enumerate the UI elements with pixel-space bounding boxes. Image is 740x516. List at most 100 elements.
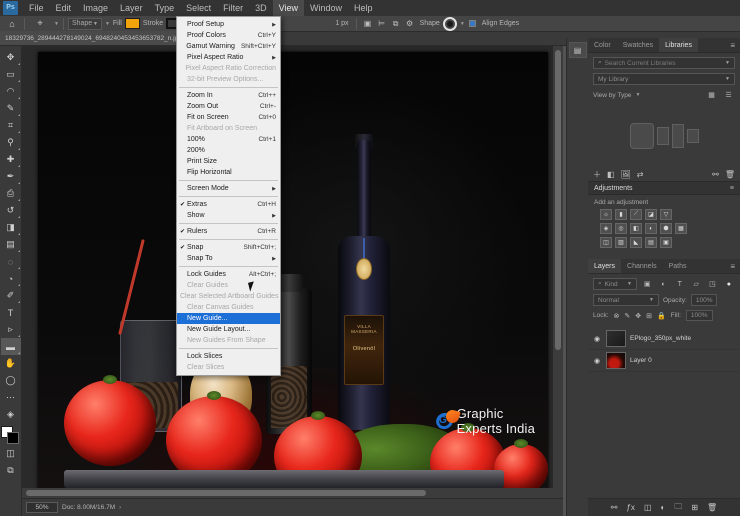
tab-swatches[interactable]: Swatches: [617, 38, 659, 52]
eye-icon[interactable]: ◉: [592, 357, 602, 365]
table-row[interactable]: ◉ Layer 0: [588, 350, 740, 372]
canvas-horizontal-scrollbar[interactable]: [22, 488, 553, 498]
exposure-icon[interactable]: ◪: [645, 209, 657, 220]
layer-name[interactable]: Layer 0: [630, 357, 652, 364]
layer-style-icon[interactable]: ƒx: [626, 503, 634, 512]
menu-item-new-guide-layout[interactable]: New Guide Layout...: [177, 324, 280, 335]
tab-layers[interactable]: Layers: [588, 259, 621, 273]
add-graphic-icon[interactable]: ＋: [593, 169, 601, 180]
brush-tool[interactable]: ✒: [1, 168, 21, 185]
color-swatches[interactable]: [1, 426, 20, 445]
path-operations-icon[interactable]: ▣: [361, 18, 375, 30]
panel-menu-icon[interactable]: ≡: [730, 185, 734, 192]
layer-thumbnail[interactable]: [606, 330, 626, 347]
type-filter-icon[interactable]: T: [674, 278, 686, 290]
path-selection-tool[interactable]: ▹: [1, 321, 21, 338]
grid-view-icon[interactable]: ▦: [705, 89, 718, 101]
pen-tool[interactable]: ✐: [1, 287, 21, 304]
menu-item-show[interactable]: Show▶: [177, 210, 280, 221]
gear-icon[interactable]: ⚙: [403, 18, 417, 30]
add-image-icon[interactable]: 🖼: [621, 170, 631, 179]
lock-position-icon[interactable]: ✥: [635, 312, 641, 320]
menu-help[interactable]: Help: [348, 0, 379, 16]
menu-item-screen-mode[interactable]: Screen Mode▶: [177, 183, 280, 194]
menu-item-lock-slices[interactable]: Lock Slices: [177, 351, 280, 362]
blend-mode-select[interactable]: Normal ▼: [593, 294, 659, 306]
menu-item-pixel-aspect-ratio[interactable]: Pixel Aspect Ratio▶: [177, 52, 280, 63]
fill-color-swatch[interactable]: [125, 18, 140, 29]
menu-item-100[interactable]: 100%Ctrl+1: [177, 134, 280, 145]
new-layer-icon[interactable]: ⊞: [691, 503, 698, 512]
menu-item-flip-horizontal[interactable]: Flip Horizontal: [177, 167, 280, 178]
chevron-down-icon[interactable]: ▼: [649, 297, 654, 303]
chevron-down-icon[interactable]: ▼: [54, 21, 59, 27]
document-tab[interactable]: 18329736_289444278149024_694824045345365…: [0, 31, 198, 45]
background-color-swatch[interactable]: [7, 432, 19, 444]
menu-file[interactable]: File: [23, 0, 50, 16]
dodge-tool[interactable]: ◔: [1, 270, 21, 287]
sync-icon[interactable]: ⇄: [637, 170, 644, 179]
opacity-input[interactable]: 100%: [691, 294, 718, 306]
table-row[interactable]: ◉ EPlogo_350px_white: [588, 328, 740, 350]
gradient-map-icon[interactable]: ▤: [645, 237, 657, 248]
selective-color-icon[interactable]: ▣: [660, 237, 672, 248]
channel-mixer-icon[interactable]: ⬢: [660, 223, 672, 234]
layer-thumbnail[interactable]: [606, 352, 626, 369]
blur-tool[interactable]: ◌: [1, 253, 21, 270]
invert-icon[interactable]: ◫: [600, 237, 612, 248]
menu-layer[interactable]: Layer: [114, 0, 149, 16]
zoom-tool[interactable]: ◯: [1, 372, 21, 389]
menu-item-snap-to[interactable]: Snap To▶: [177, 253, 280, 264]
menu-item-lock-guides[interactable]: Lock GuidesAlt+Ctrl+;: [177, 269, 280, 280]
color-lookup-icon[interactable]: ▦: [675, 223, 687, 234]
posterize-icon[interactable]: ▨: [615, 237, 627, 248]
levels-icon[interactable]: ▮: [615, 209, 627, 220]
menu-type[interactable]: Type: [149, 0, 181, 16]
menu-view[interactable]: View: [273, 0, 304, 16]
history-brush-tool[interactable]: ↺: [1, 202, 21, 219]
path-selection-icon[interactable]: ⌖: [29, 17, 51, 31]
list-view-icon[interactable]: ☰: [722, 89, 735, 101]
menu-item-proof-colors[interactable]: Proof ColorsCtrl+Y: [177, 30, 280, 41]
tab-paths[interactable]: Paths: [663, 259, 693, 273]
library-select[interactable]: My Library ▼: [593, 73, 735, 85]
menu-window[interactable]: Window: [304, 0, 348, 16]
clone-stamp-tool[interactable]: ⎙: [1, 185, 21, 202]
adjustment-filter-icon[interactable]: ◐: [657, 278, 669, 290]
shape-filter-icon[interactable]: ▱: [690, 278, 702, 290]
add-color-icon[interactable]: ◧: [607, 170, 615, 179]
menu-item-snap[interactable]: ✔SnapShift+Ctrl+;: [177, 242, 280, 253]
edit-toolbar-icon[interactable]: ⋯: [1, 389, 21, 406]
align-edges-checkbox[interactable]: Align Edges: [469, 20, 522, 27]
layer-filter-select[interactable]: ⌕ Kind ▼: [593, 278, 637, 290]
panel-menu-icon[interactable]: ≡: [725, 38, 740, 52]
menu-filter[interactable]: Filter: [217, 0, 249, 16]
menu-select[interactable]: Select: [180, 0, 217, 16]
crop-tool[interactable]: ⌗: [1, 117, 21, 134]
menu-3d[interactable]: 3D: [249, 0, 273, 16]
eyedropper-tool[interactable]: ⚲: [1, 134, 21, 151]
quick-selection-tool[interactable]: ✎: [1, 100, 21, 117]
artboard[interactable]: VILLA MASSERIA Olivenöl G Graphic Expert…: [38, 52, 548, 492]
eraser-tool[interactable]: ◨: [1, 219, 21, 236]
home-icon[interactable]: ⌂: [4, 17, 20, 31]
smart-object-filter-icon[interactable]: ◳: [706, 278, 718, 290]
layer-mask-icon[interactable]: ◫: [644, 503, 652, 512]
screen-mode-icon[interactable]: ⧉: [1, 462, 21, 479]
menu-item-rulers[interactable]: ✔RulersCtrl+R: [177, 226, 280, 237]
link-layers-icon[interactable]: ⚯: [611, 503, 618, 512]
canvas-vertical-scrollbar[interactable]: [553, 46, 563, 498]
path-alignment-icon[interactable]: ⊨: [375, 18, 389, 30]
view-menu-dropdown[interactable]: Proof Setup▶Proof ColorsCtrl+YGamut Warn…: [176, 16, 281, 376]
brightness-contrast-icon[interactable]: ☼: [600, 209, 612, 220]
vibrance-icon[interactable]: ▽: [660, 209, 672, 220]
zoom-level-input[interactable]: 50%: [26, 502, 58, 513]
new-group-icon[interactable]: 🗀: [674, 501, 682, 515]
rectangular-marquee-tool[interactable]: ▭: [1, 66, 21, 83]
properties-icon[interactable]: ▤: [569, 42, 587, 58]
gradient-tool[interactable]: ▤: [1, 236, 21, 253]
adjustment-layer-icon[interactable]: ◐: [661, 503, 666, 512]
menu-item-proof-setup[interactable]: Proof Setup▶: [177, 19, 280, 30]
color-balance-icon[interactable]: ◎: [615, 223, 627, 234]
hue-saturation-icon[interactable]: ◈: [600, 223, 612, 234]
